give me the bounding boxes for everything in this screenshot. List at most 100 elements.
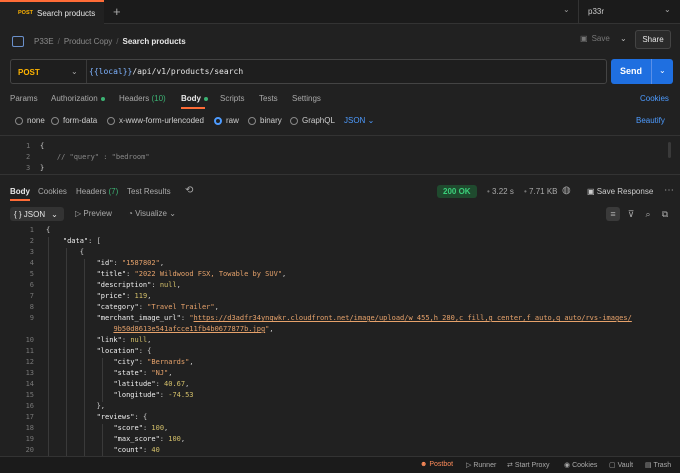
radio-icon	[107, 116, 115, 125]
tab-tests[interactable]: Tests	[259, 94, 278, 103]
breadcrumb-workspace[interactable]: P33E	[34, 37, 54, 46]
save-options-chevron-icon[interactable]: ⌄	[620, 34, 627, 43]
divider	[578, 0, 579, 24]
body-type-graphql[interactable]: GraphQL	[290, 116, 335, 125]
code-line: 17 "reviews": {	[25, 413, 148, 421]
tab-headers[interactable]: Headers (10)	[119, 94, 166, 103]
body-type-none-label: none	[27, 116, 45, 125]
request-body-editor[interactable]: 1 { 2 // "query" : "bedroom" 3 }	[0, 135, 680, 175]
value-image-url[interactable]: https://d3adfr34ynqwkr.cloudfront.net/im…	[194, 314, 632, 322]
tab-authorization-label: Authorization	[51, 94, 98, 103]
code-line: 1{	[29, 226, 51, 234]
value-id: 1587802	[126, 259, 156, 267]
scrollbar[interactable]	[668, 142, 671, 158]
runner-button[interactable]: ▷ Runner	[466, 461, 496, 469]
tab-headers-count: (10)	[151, 94, 166, 103]
breadcrumb-collection[interactable]: Product Copy	[64, 37, 112, 46]
raw-format-select[interactable]: JSON ⌄	[344, 116, 374, 125]
body-type-raw[interactable]: raw	[214, 116, 239, 125]
active-dot-icon	[100, 96, 105, 101]
tab-headers-label: Headers	[119, 94, 150, 103]
new-tab-icon[interactable]: +	[113, 4, 121, 19]
start-proxy-button[interactable]: ⇄ Start Proxy	[507, 461, 549, 469]
tab-scripts[interactable]: Scripts	[220, 94, 244, 103]
tab-params[interactable]: Params	[10, 94, 38, 103]
code-line: // "query" : "bedroom"	[40, 153, 150, 161]
history-icon[interactable]: ⟲	[185, 185, 193, 196]
beautify-link[interactable]: Beautify	[636, 116, 665, 125]
globe-icon[interactable]: ◍	[562, 185, 571, 196]
save-button[interactable]: ▣ Save	[580, 34, 610, 43]
start-proxy-label: Start Proxy	[514, 462, 550, 469]
line-number: 2	[26, 153, 31, 161]
value-title: 2022 Wildwood FSX, Towable by SUV	[138, 270, 278, 278]
trash-button[interactable]: ▤ Trash	[645, 461, 671, 469]
value-score: 100	[151, 424, 165, 432]
wrap-lines-icon[interactable]: ≡	[606, 207, 620, 221]
body-type-urlencoded-label: x-www-form-urlencoded	[119, 116, 204, 125]
tab-body[interactable]: Body	[181, 94, 208, 103]
request-tab[interactable]: POST Search products	[0, 0, 104, 24]
body-type-urlencoded[interactable]: x-www-form-urlencoded	[107, 116, 204, 125]
more-icon[interactable]: ⋯	[664, 185, 674, 196]
code-line: 19 "max_score": 100,	[25, 435, 186, 443]
resp-tab-body[interactable]: Body	[10, 187, 30, 196]
radio-icon	[248, 116, 256, 125]
value-state: NJ	[155, 369, 165, 377]
response-body[interactable]: 1{ 2 "data": [ 3 { 4 "id": "1587802", 5 …	[0, 226, 680, 456]
runner-icon: ▷	[466, 462, 472, 469]
tab-menu-chevron-icon[interactable]: ⌄	[563, 5, 570, 14]
save-icon: ▣	[580, 34, 588, 43]
http-request-icon	[12, 35, 24, 47]
resp-tab-headers[interactable]: Headers (7)	[76, 187, 118, 196]
cookies-link[interactable]: Cookies	[640, 94, 669, 103]
vault-button[interactable]: ▢ Vault	[609, 461, 633, 469]
resp-tab-cookies[interactable]: Cookies	[38, 187, 67, 196]
code-line: 15 "longitude": -74.53	[25, 391, 194, 399]
url-input[interactable]: {{local}}/api/v1/products/search	[89, 67, 243, 76]
play-icon: ▷	[75, 209, 82, 218]
tab-authorization[interactable]: Authorization	[51, 94, 105, 103]
copy-icon[interactable]: ⧉	[658, 207, 672, 221]
cookies-button[interactable]: ◉ Cookies	[564, 461, 597, 469]
code-line: 7 "price": 119,	[29, 292, 152, 300]
share-label: Share	[642, 35, 664, 44]
resp-tab-test-results[interactable]: Test Results	[127, 187, 171, 196]
share-button[interactable]: Share	[635, 30, 671, 49]
visualize-button[interactable]: ◔ Visualize ⌄	[128, 209, 176, 218]
postbot-button[interactable]: ☻ Postbot	[420, 461, 453, 468]
body-type-none[interactable]: none	[15, 116, 45, 125]
method-select[interactable]: POST	[18, 68, 40, 77]
send-label: Send	[620, 66, 643, 76]
send-button[interactable]: Send ⌄	[611, 59, 673, 84]
line-number: 1	[26, 142, 31, 150]
response-size[interactable]: • 7.71 KB	[524, 187, 558, 196]
tab-settings[interactable]: Settings	[292, 94, 321, 103]
body-type-form-data[interactable]: form-data	[51, 116, 97, 125]
response-time[interactable]: • 3.22 s	[487, 187, 514, 196]
value-image-url-cont[interactable]: 9b50d8613e541afcce11fb4b0677877b.jpg	[113, 325, 265, 333]
code-line: }	[40, 164, 45, 172]
value-city: Bernards	[151, 358, 186, 366]
code-line: 11 "location": {	[25, 347, 152, 355]
save-response-button[interactable]: ▣ Save Response	[587, 187, 653, 196]
send-options-chevron-icon[interactable]: ⌄	[659, 66, 666, 75]
chevron-down-icon[interactable]: ⌄	[664, 5, 671, 14]
response-format-label: { } JSON	[14, 209, 46, 219]
proxy-icon: ⇄	[507, 462, 513, 469]
code-line: 4 "id": "1587802",	[29, 259, 165, 267]
tab-title: Search products	[36, 8, 96, 18]
active-tab-indicator	[10, 199, 30, 201]
body-type-binary[interactable]: binary	[248, 116, 282, 125]
filter-icon[interactable]: ⊽	[624, 207, 638, 221]
environment-select[interactable]: p33r	[588, 7, 604, 16]
search-icon[interactable]: ⌕	[641, 207, 655, 221]
status-badge[interactable]: 200 OK	[437, 185, 477, 198]
response-format-select[interactable]: { } JSON ⌄	[10, 207, 64, 221]
body-type-form-data-label: form-data	[63, 116, 98, 125]
chevron-down-icon[interactable]: ⌄	[71, 67, 78, 76]
radio-icon	[51, 116, 59, 125]
active-dot-icon	[204, 96, 208, 101]
code-line: {	[40, 142, 45, 150]
preview-button[interactable]: ▷ Preview	[75, 209, 112, 218]
